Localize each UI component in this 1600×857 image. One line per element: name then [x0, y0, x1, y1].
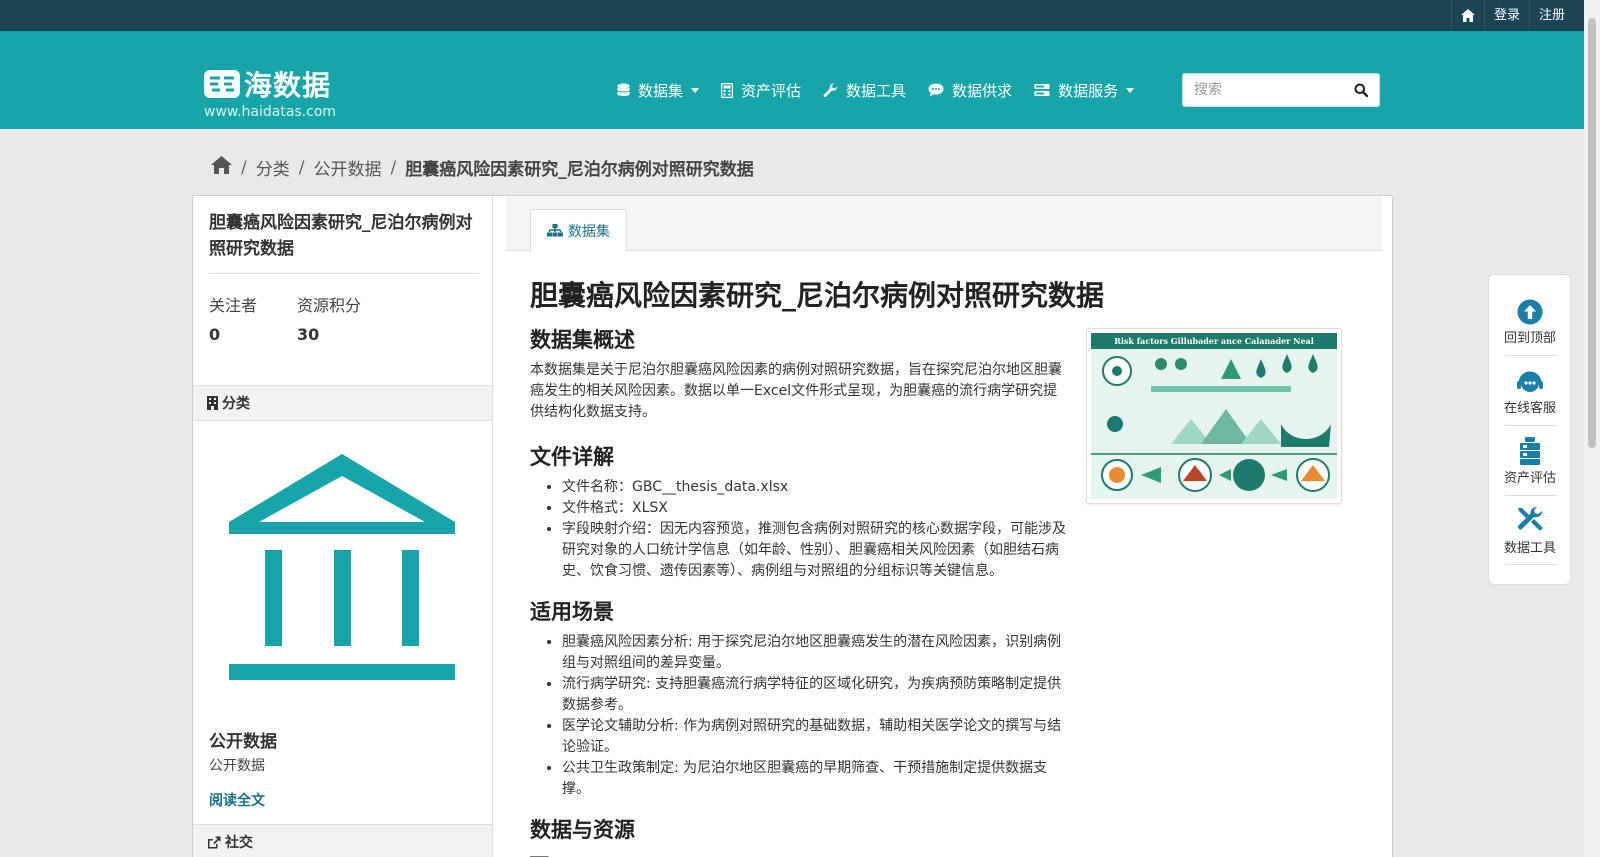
social-heading: 社交 [193, 824, 492, 857]
scenarios-heading: 适用场景 [530, 600, 614, 624]
resource-file-icon[interactable] [530, 849, 554, 857]
logo-mark-icon [204, 70, 240, 98]
search-input[interactable] [1183, 75, 1343, 105]
breadcrumb-category[interactable]: 分类 [256, 155, 290, 180]
nav-data-services[interactable]: 数据服务 [1034, 78, 1135, 102]
breadcrumb: / 分类 / 公开数据 / 胆囊癌风险因素研究_尼泊尔病例对照研究数据 [211, 155, 754, 180]
brand-url: www.haidatas.com [204, 104, 337, 120]
site-logo[interactable]: 海数据 [204, 64, 331, 104]
home-icon [211, 156, 232, 174]
tab-bar: 数据集 [506, 196, 1382, 252]
breadcrumb-current[interactable]: 胆囊癌风险因素研究_尼泊尔病例对照研究数据 [405, 155, 754, 180]
calculator-icon [721, 82, 734, 98]
main-nav: 数据集 资产评估 数据工具 数据供求 数据服务 [617, 78, 1156, 102]
home-icon [1460, 9, 1475, 22]
followers-stat: 关注者 0 [209, 296, 258, 344]
building-icon [207, 396, 218, 410]
breadcrumb-org[interactable]: 公开数据 [313, 155, 381, 180]
stack-icon [1520, 437, 1540, 465]
list-item: 流行病学研究: 支持胆囊癌流行病学特征的区域化研究，为疾病预防策略制定提供数据参… [562, 674, 1070, 716]
scrollbar-thumb[interactable] [1588, 18, 1596, 448]
nav-datasets[interactable]: 数据集 [617, 78, 700, 102]
sidebar-title: 胆囊癌风险因素研究_尼泊尔病例对照研究数据 [209, 213, 473, 259]
scenario-list: 胆囊癌风险因素分析: 用于探究尼泊尔地区胆囊癌发生的潜在风险因素，识别病例组与对… [530, 632, 1070, 800]
list-item: 文件名称：GBC__thesis_data.xlsx [562, 477, 1070, 498]
category-heading: 分类 [193, 385, 492, 421]
chat-icon [928, 83, 944, 97]
institution-icon [229, 454, 455, 680]
wrench-icon [823, 82, 838, 97]
server-icon [1034, 84, 1050, 96]
chevron-down-icon [691, 87, 700, 93]
page-scrollbar[interactable] [1584, 0, 1600, 857]
files-heading: 文件详解 [530, 445, 614, 469]
org-description: 公开数据 [209, 758, 265, 774]
home-link[interactable] [1450, 0, 1484, 31]
back-to-top-button[interactable]: 回到顶部 [1495, 291, 1565, 346]
infographic-illustration [1091, 354, 1337, 492]
asset-valuation-button[interactable]: 资产评估 [1495, 431, 1565, 486]
floating-toolbar: 回到顶部 在线客服 资产评估 数据工具 [1488, 274, 1571, 585]
sitemap-icon [547, 224, 563, 237]
content-wrapper: 胆囊癌风险因素研究_尼泊尔病例对照研究数据 关注者 0 资源积分 30 分类 公… [192, 195, 1393, 857]
search-button[interactable] [1343, 74, 1379, 106]
list-item: 文件格式：XLSX [562, 498, 1070, 519]
points-count: 30 [297, 325, 320, 344]
org-logo[interactable] [229, 454, 455, 684]
dataset-thumbnail[interactable]: Risk factors Gillubader ance Calanader N… [1086, 328, 1342, 504]
overview-heading: 数据集概述 [530, 328, 635, 352]
org-name: 公开数据 [209, 732, 277, 752]
tools-icon [1518, 506, 1543, 531]
resources-heading: 数据与资源 [530, 818, 635, 842]
top-account-bar: 登录 注册 [0, 0, 1600, 31]
search-icon [1354, 83, 1368, 97]
database-icon [617, 83, 630, 96]
dataset-title: 胆囊癌风险因素研究_尼泊尔病例对照研究数据 [530, 279, 1105, 312]
dataset-main: 数据集 胆囊癌风险因素研究_尼泊尔病例对照研究数据 数据集概述 本数据集是关于尼… [494, 196, 1392, 857]
read-more-link[interactable]: 阅读全文 [209, 790, 265, 810]
chevron-down-icon [1126, 87, 1135, 93]
file-details-list: 文件名称：GBC__thesis_data.xlsx 文件格式：XLSX 字段映… [530, 477, 1070, 582]
brand-name: 海数据 [244, 69, 332, 102]
headset-icon [1517, 371, 1543, 392]
list-item: 医学论文辅助分析: 作为病例对照研究的基础数据，辅助相关医学论文的撰写与结论验证… [562, 716, 1070, 758]
list-item: 公共卫生政策制定: 为尼泊尔地区胆囊癌的早期筛查、干预措施制定提供数据支撑。 [562, 758, 1070, 800]
arrow-up-circle-icon [1517, 299, 1543, 325]
followers-count: 0 [209, 325, 221, 344]
sidebar: 胆囊癌风险因素研究_尼泊尔病例对照研究数据 关注者 0 资源积分 30 分类 公… [193, 196, 493, 857]
nav-asset-valuation[interactable]: 资产评估 [721, 78, 801, 102]
search-box [1182, 73, 1380, 107]
dataset-description: 数据集概述 本数据集是关于尼泊尔胆囊癌风险因素的病例对照研究数据，旨在探究尼泊尔… [530, 324, 1070, 850]
register-link[interactable]: 注册 [1528, 0, 1574, 31]
tab-dataset[interactable]: 数据集 [530, 209, 627, 252]
account-links: 登录 注册 [1450, 0, 1574, 31]
points-stat: 资源积分 30 [297, 296, 362, 344]
nav-data-supply-demand[interactable]: 数据供求 [928, 78, 1012, 102]
list-item: 胆囊癌风险因素分析: 用于探究尼泊尔地区胆囊癌发生的潜在风险因素，识别病例组与对… [562, 632, 1070, 674]
list-item: 字段映射介绍：因无内容预览，推测包含病例对照研究的核心数据字段，可能涉及研究对象… [562, 519, 1070, 582]
nav-data-tools[interactable]: 数据工具 [823, 78, 906, 102]
data-tools-button[interactable]: 数据工具 [1495, 501, 1565, 556]
thumbnail-title: Risk factors Gillubader ance Calanader N… [1091, 333, 1337, 349]
infographic-image: Risk factors Gillubader ance Calanader N… [1091, 333, 1337, 499]
share-icon [208, 836, 221, 848]
login-link[interactable]: 登录 [1483, 0, 1529, 31]
overview-text: 本数据集是关于尼泊尔胆囊癌风险因素的病例对照研究数据，旨在探究尼泊尔地区胆囊癌发… [530, 362, 1062, 420]
breadcrumb-home[interactable] [211, 156, 232, 179]
online-support-button[interactable]: 在线客服 [1495, 361, 1565, 416]
